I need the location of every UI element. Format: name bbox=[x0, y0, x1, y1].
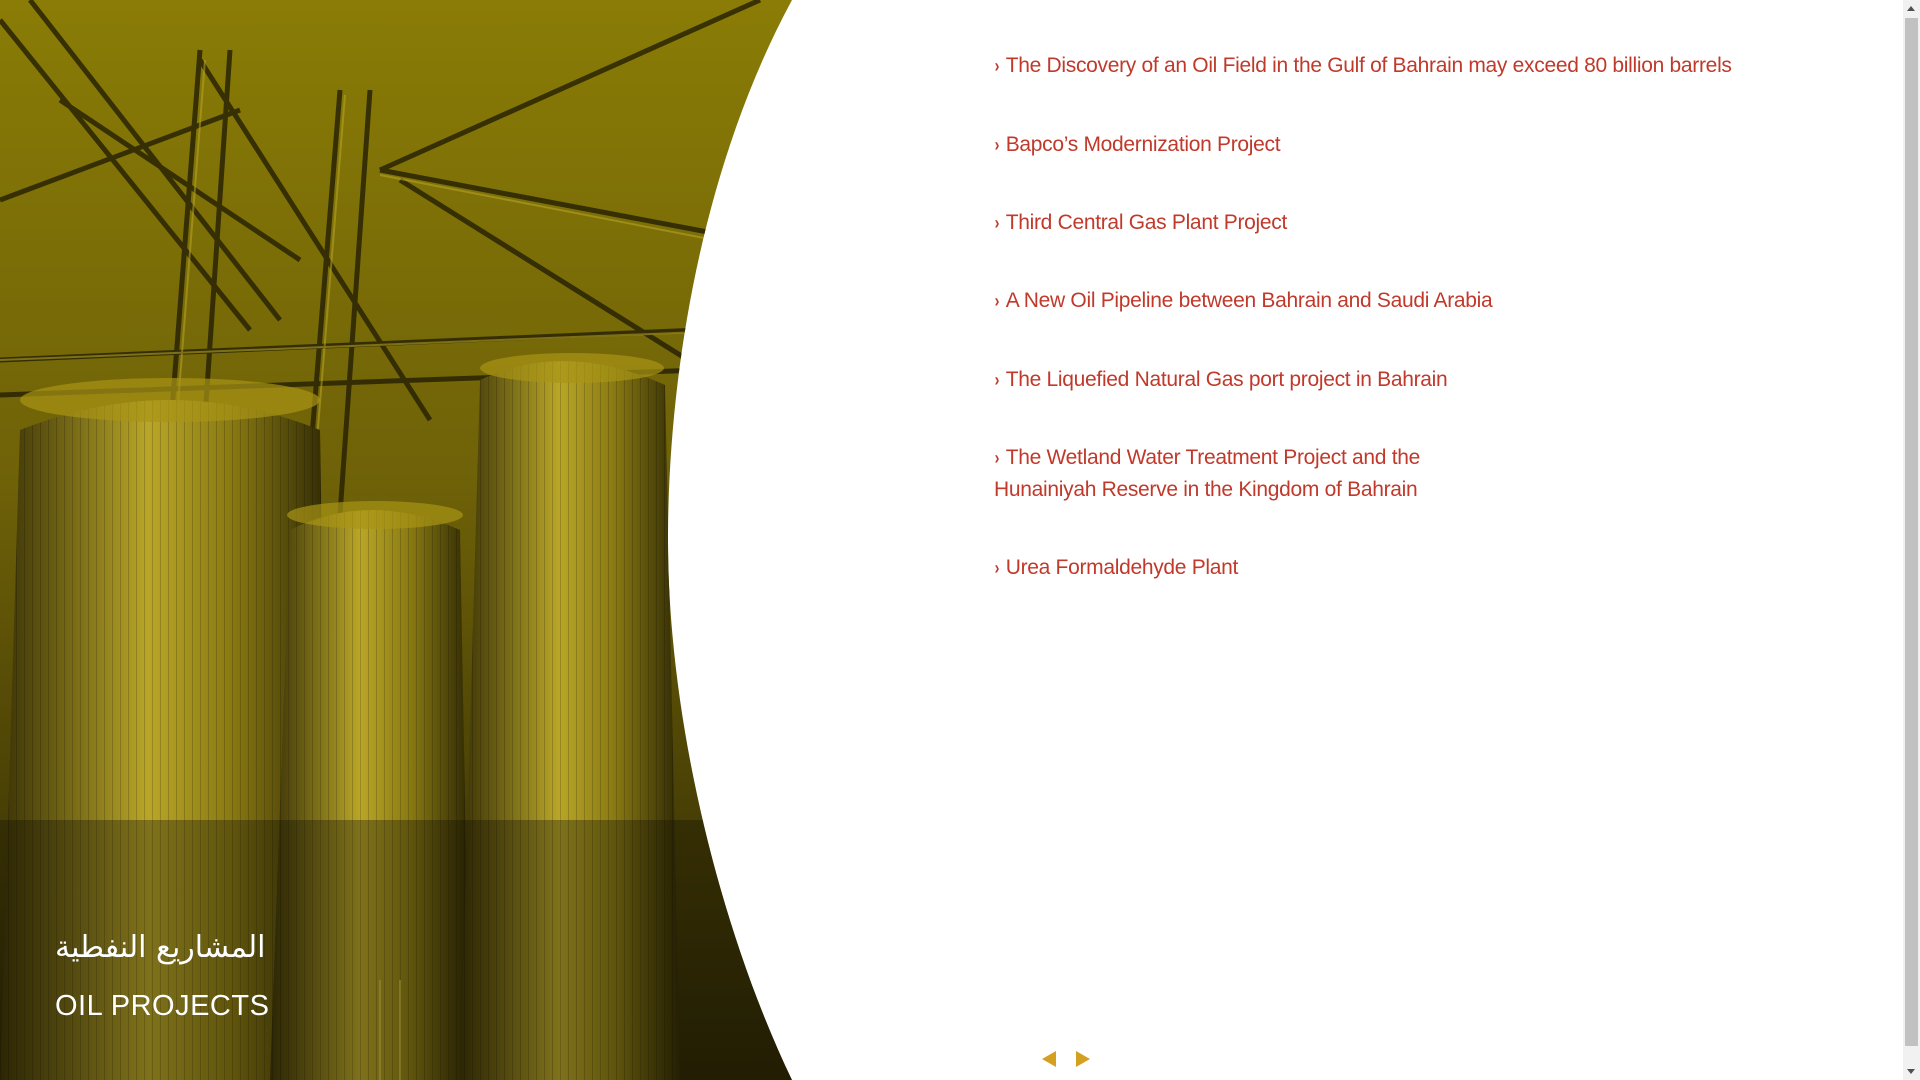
chevron-right-icon: › bbox=[994, 370, 1000, 390]
scroll-up-icon[interactable] bbox=[1907, 6, 1915, 11]
project-link-label: The Liquefied Natural Gas port project i… bbox=[1005, 368, 1448, 391]
project-link-label: The Discovery of an Oil Field in the Gul… bbox=[1005, 54, 1732, 77]
chevron-right-icon: › bbox=[994, 448, 1000, 468]
project-link[interactable]: › Bapco’s Modernization Project bbox=[994, 129, 1281, 161]
hero-title: OIL PROJECTS bbox=[55, 990, 270, 1022]
project-link[interactable]: › Third Central Gas Plant Project bbox=[994, 207, 1288, 239]
hero-image bbox=[0, 0, 792, 1080]
project-link[interactable]: › The Wetland Water Treatment Project and… bbox=[994, 442, 1464, 505]
vertical-scrollbar[interactable] bbox=[1903, 0, 1920, 1080]
project-link[interactable]: › Urea Formaldehyde Plant bbox=[994, 552, 1239, 584]
chevron-right-icon: › bbox=[994, 135, 1000, 155]
scroll-down-icon[interactable] bbox=[1907, 1069, 1915, 1074]
project-link-label: The Wetland Water Treatment Project and … bbox=[994, 446, 1421, 501]
hero-title-arabic: المشاريع النفطية bbox=[55, 930, 266, 965]
chevron-right-icon: › bbox=[994, 291, 1000, 311]
scrollbar-thumb[interactable] bbox=[1905, 18, 1918, 1046]
chevron-right-icon: › bbox=[994, 56, 1000, 76]
project-link[interactable]: › The Liquefied Natural Gas port project … bbox=[994, 364, 1448, 396]
page: المشاريع النفطية OIL PROJECTS › The Disco… bbox=[0, 0, 1920, 1080]
chevron-right-icon: › bbox=[994, 213, 1000, 233]
project-link-label: Bapco’s Modernization Project bbox=[1005, 133, 1281, 156]
hero-panel bbox=[0, 0, 1920, 1080]
project-link[interactable]: › A New Oil Pipeline between Bahrain and … bbox=[994, 285, 1493, 317]
pager bbox=[1038, 1048, 1098, 1070]
project-link-label: A New Oil Pipeline between Bahrain and S… bbox=[1005, 289, 1493, 312]
project-link[interactable]: › The Discovery of an Oil Field in the Gu… bbox=[994, 50, 1732, 82]
triangle-left-icon[interactable] bbox=[1042, 1051, 1056, 1067]
triangle-right-icon[interactable] bbox=[1076, 1051, 1090, 1067]
project-link-label: Urea Formaldehyde Plant bbox=[1005, 556, 1239, 579]
chevron-right-icon: › bbox=[994, 558, 1000, 578]
project-link-label: Third Central Gas Plant Project bbox=[1005, 211, 1288, 234]
